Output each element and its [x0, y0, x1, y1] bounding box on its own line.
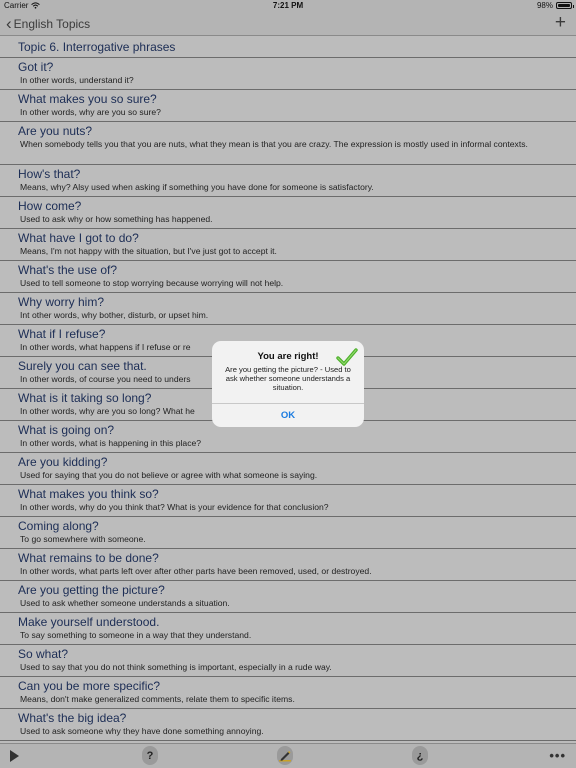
list-item[interactable]: Why worry him? Int other words, why bothe…: [0, 293, 576, 325]
list-item[interactable]: What makes you so sure? In other words, w…: [0, 90, 576, 122]
phrase-title: How come?: [18, 199, 82, 213]
phrase-description: Int other words, why bother, disturb, or…: [20, 310, 209, 320]
navigation-bar: ‹ English Topics +: [0, 12, 576, 36]
list-item[interactable]: How come? Used to ask why or how somethin…: [0, 197, 576, 229]
phrase-title: Make yourself understood.: [18, 615, 160, 629]
list-item[interactable]: Are you getting the picture? Used to ask …: [0, 581, 576, 613]
edit-button[interactable]: [277, 746, 293, 765]
phrase-title: What remains to be done?: [18, 551, 159, 565]
help-button[interactable]: ?: [142, 746, 158, 765]
phrase-description: Means, I'm not happy with the situation,…: [20, 246, 277, 256]
play-icon[interactable]: [10, 750, 19, 762]
phrase-description: In other words, understand it?: [20, 75, 134, 85]
list-item[interactable]: Got it? In other words, understand it?: [0, 58, 576, 90]
list-item[interactable]: So what? Used to say that you do not thin…: [0, 645, 576, 677]
answer-alert: You are right! Are you getting the pictu…: [212, 341, 364, 427]
pencil-icon: [279, 750, 291, 761]
list-item[interactable]: Coming along? To go somewhere with someon…: [0, 517, 576, 549]
app-screen: Carrier 7:21 PM 98% ‹ English Topics + T…: [0, 0, 576, 768]
status-right: 98%: [536, 1, 574, 10]
list-item[interactable]: What's the big idea? Used to ask someone …: [0, 709, 576, 741]
phrase-description: In other words, what parts left over aft…: [20, 566, 372, 576]
plus-icon[interactable]: +: [555, 13, 566, 32]
topic-title: Topic 6. Interrogative phrases: [18, 40, 176, 54]
phrase-description: Used to ask why or how something has hap…: [20, 214, 213, 224]
list-item[interactable]: What remains to be done? In other words, …: [0, 549, 576, 581]
phrase-description: Means, don't make generalized comments, …: [20, 694, 295, 704]
phrase-description: To say something to someone in a way tha…: [20, 630, 252, 640]
phrase-title: What makes you think so?: [18, 487, 159, 501]
ok-button[interactable]: OK: [212, 404, 364, 427]
phrase-description: To go somewhere with someone.: [20, 534, 146, 544]
phrase-title: How's that?: [18, 167, 81, 181]
topic-header: Topic 6. Interrogative phrases: [0, 37, 576, 58]
back-button[interactable]: ‹ English Topics: [6, 15, 90, 32]
phrase-description: Used to say that you do not think someth…: [20, 662, 332, 672]
list-item[interactable]: Can you be more specific? Means, don't ma…: [0, 677, 576, 709]
phrase-description: Used for saying that you do not believe …: [20, 470, 318, 480]
phrase-title: What's the use of?: [18, 263, 118, 277]
list-item[interactable]: Are you nuts? When somebody tells you tha…: [0, 122, 576, 165]
phrase-title: What have I got to do?: [18, 231, 139, 245]
phrase-description: In other words, what is happening in thi…: [20, 438, 202, 448]
phrase-title: Are you getting the picture?: [18, 583, 165, 597]
question-mark-button[interactable]: ¿: [412, 746, 428, 765]
phrase-title: What if I refuse?: [18, 327, 106, 341]
phrase-title: Coming along?: [18, 519, 99, 533]
phrase-title: What's the big idea?: [18, 711, 127, 725]
phrase-title: Are you kidding?: [18, 455, 108, 469]
battery-percent: 98%: [536, 1, 553, 10]
list-item[interactable]: Are you kidding? Used for saying that you…: [0, 453, 576, 485]
phrase-description: Means, why? Alsy used when asking if som…: [20, 182, 374, 192]
status-time: 7:21 PM: [272, 1, 304, 10]
phrase-description: Used to tell someone to stop worrying be…: [20, 278, 284, 288]
list-item[interactable]: What's the use of? Used to tell someone t…: [0, 261, 576, 293]
list-item[interactable]: What have I got to do? Means, I'm not hap…: [0, 229, 576, 261]
bottom-toolbar: ? ¿ •••: [0, 743, 576, 768]
list-item[interactable]: What makes you think so? In other words, …: [0, 485, 576, 517]
phrase-description: In other words, why do you think that? W…: [20, 502, 329, 512]
alert-message: Are you getting the picture? - Used to a…: [225, 365, 351, 392]
phrase-title: What makes you so sure?: [18, 92, 157, 106]
back-label: English Topics: [13, 16, 91, 31]
phrase-description: In other words, why are you so sure?: [20, 107, 161, 117]
phrase-title: Why worry him?: [18, 295, 105, 309]
status-bar: Carrier 7:21 PM 98%: [0, 0, 576, 12]
phrase-title: Are you nuts?: [18, 124, 93, 138]
more-icon[interactable]: •••: [549, 748, 566, 763]
list-item[interactable]: How's that? Means, why? Alsy used when as…: [0, 165, 576, 197]
phrase-description: When somebody tells you that you are nut…: [20, 139, 528, 149]
chevron-left-icon: ‹: [6, 14, 12, 33]
phrase-description: Used to ask someone why they have done s…: [20, 726, 264, 736]
phrase-title: So what?: [18, 647, 69, 661]
phrase-description: Used to ask whether someone understands …: [20, 598, 230, 608]
phrase-title: Got it?: [18, 60, 54, 74]
battery-icon: [556, 2, 574, 9]
phrase-title: Can you be more specific?: [18, 679, 161, 693]
list-item[interactable]: Make yourself understood. To say somethin…: [0, 613, 576, 645]
